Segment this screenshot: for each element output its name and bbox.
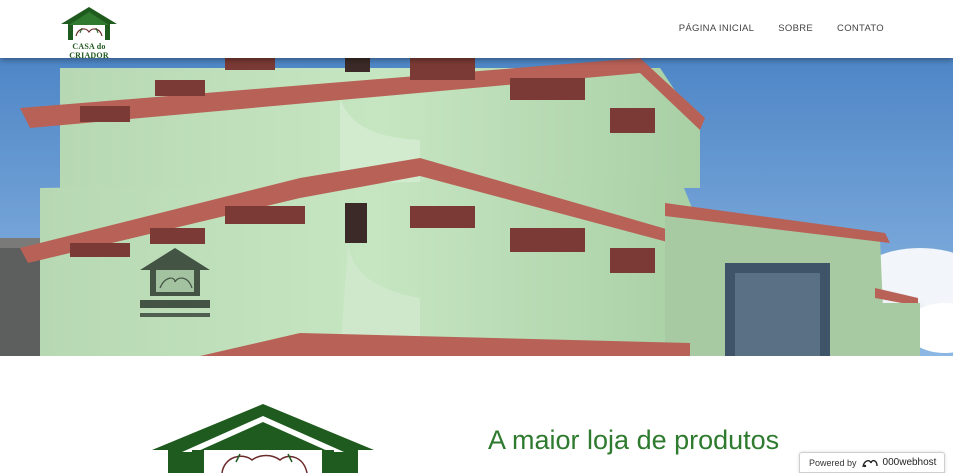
building-photo bbox=[0, 58, 953, 356]
nav-link-about[interactable]: SOBRE bbox=[778, 23, 813, 34]
nav-link-home[interactable]: PÁGINA INICIAL bbox=[679, 23, 754, 34]
hero-image bbox=[0, 58, 953, 356]
powered-by-badge[interactable]: Powered by 000webhost bbox=[799, 452, 945, 473]
large-logo bbox=[152, 402, 374, 473]
main-nav: PÁGINA INICIAL SOBRE CONTATO bbox=[679, 23, 884, 34]
webhost-logo-icon bbox=[861, 459, 878, 467]
site-logo[interactable]: CASA do CRIADOR bbox=[58, 6, 120, 60]
powered-by-brand: 000webhost bbox=[882, 457, 937, 468]
logo-house-large-icon bbox=[152, 404, 374, 473]
logo-text: CASA do CRIADOR bbox=[69, 42, 109, 60]
headline: A maior loja de produtos bbox=[488, 425, 780, 455]
logo-house-icon bbox=[61, 7, 117, 40]
nav-link-contact[interactable]: CONTATO bbox=[837, 23, 884, 34]
powered-by-label: Powered by bbox=[809, 457, 857, 468]
top-navbar: CASA do CRIADOR PÁGINA INICIAL SOBRE CON… bbox=[0, 0, 953, 60]
